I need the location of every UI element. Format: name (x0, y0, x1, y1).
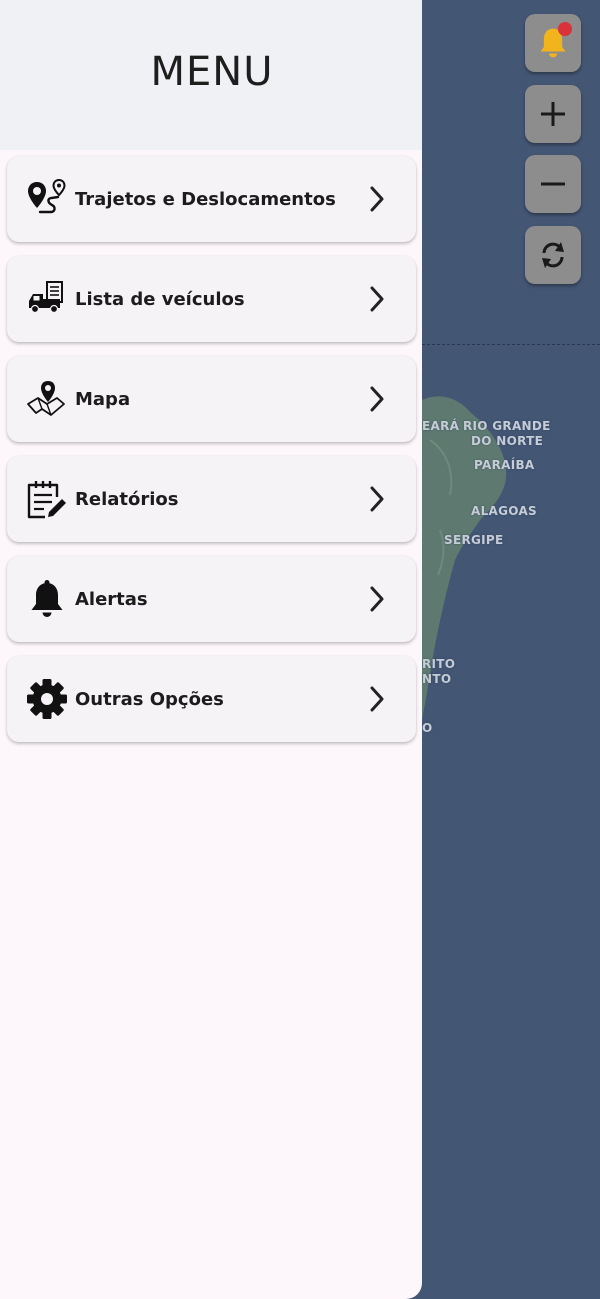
drawer-title: MENU (150, 49, 274, 95)
bell-icon (25, 577, 69, 621)
map-label-espirito: RITO (422, 657, 456, 671)
map-pin-icon (25, 377, 69, 421)
plus-icon (539, 100, 567, 128)
truck-document-icon (25, 277, 69, 321)
menu-item-mapa[interactable]: Mapa (7, 356, 416, 442)
route-pins-icon (25, 177, 69, 221)
map-label-sergipe: SERGIPE (444, 533, 504, 547)
alerts-button[interactable] (525, 14, 581, 72)
menu-item-label: Alertas (75, 588, 148, 610)
chevron-right-icon (362, 684, 392, 714)
report-edit-icon (25, 477, 69, 521)
map-label-do-norte: DO NORTE (471, 434, 544, 448)
zoom-out-button[interactable] (525, 155, 581, 213)
menu-item-label: Outras Opções (75, 688, 224, 710)
map-label-ceara: EARÁ (422, 419, 460, 433)
drawer-header: MENU (0, 0, 422, 150)
refresh-icon (537, 239, 569, 271)
chevron-right-icon (362, 284, 392, 314)
refresh-button[interactable] (525, 226, 581, 284)
menu-item-label: Trajetos e Deslocamentos (75, 188, 336, 210)
menu-item-label: Mapa (75, 388, 131, 410)
menu-item-outras-opcoes[interactable]: Outras Opções (7, 656, 416, 742)
chevron-right-icon (362, 384, 392, 414)
menu-item-trajetos[interactable]: Trajetos e Deslocamentos (7, 156, 416, 242)
menu-item-alertas[interactable]: Alertas (7, 556, 416, 642)
map-label-rio-grande: RIO GRANDE (463, 419, 551, 433)
chevron-right-icon (362, 584, 392, 614)
map-label-santo: NTO (422, 672, 452, 686)
map-label-paraiba: PARAÍBA (474, 458, 535, 472)
menu-item-relatorios[interactable]: Relatórios (7, 456, 416, 542)
menu-item-lista-veiculos[interactable]: Lista de veículos (7, 256, 416, 342)
map-border-line (422, 344, 600, 345)
chevron-right-icon (362, 184, 392, 214)
zoom-in-button[interactable] (525, 85, 581, 143)
notification-dot (558, 22, 572, 36)
menu-item-label: Lista de veículos (75, 288, 245, 310)
minus-icon (539, 170, 567, 198)
gear-icon (25, 677, 69, 721)
navigation-drawer: MENU Trajetos e Deslocamentos Lista de v… (0, 0, 422, 1299)
map-label-alagoas: ALAGOAS (471, 504, 537, 518)
chevron-right-icon (362, 484, 392, 514)
map-label-rio: O (422, 721, 433, 735)
menu-item-label: Relatórios (75, 488, 179, 510)
